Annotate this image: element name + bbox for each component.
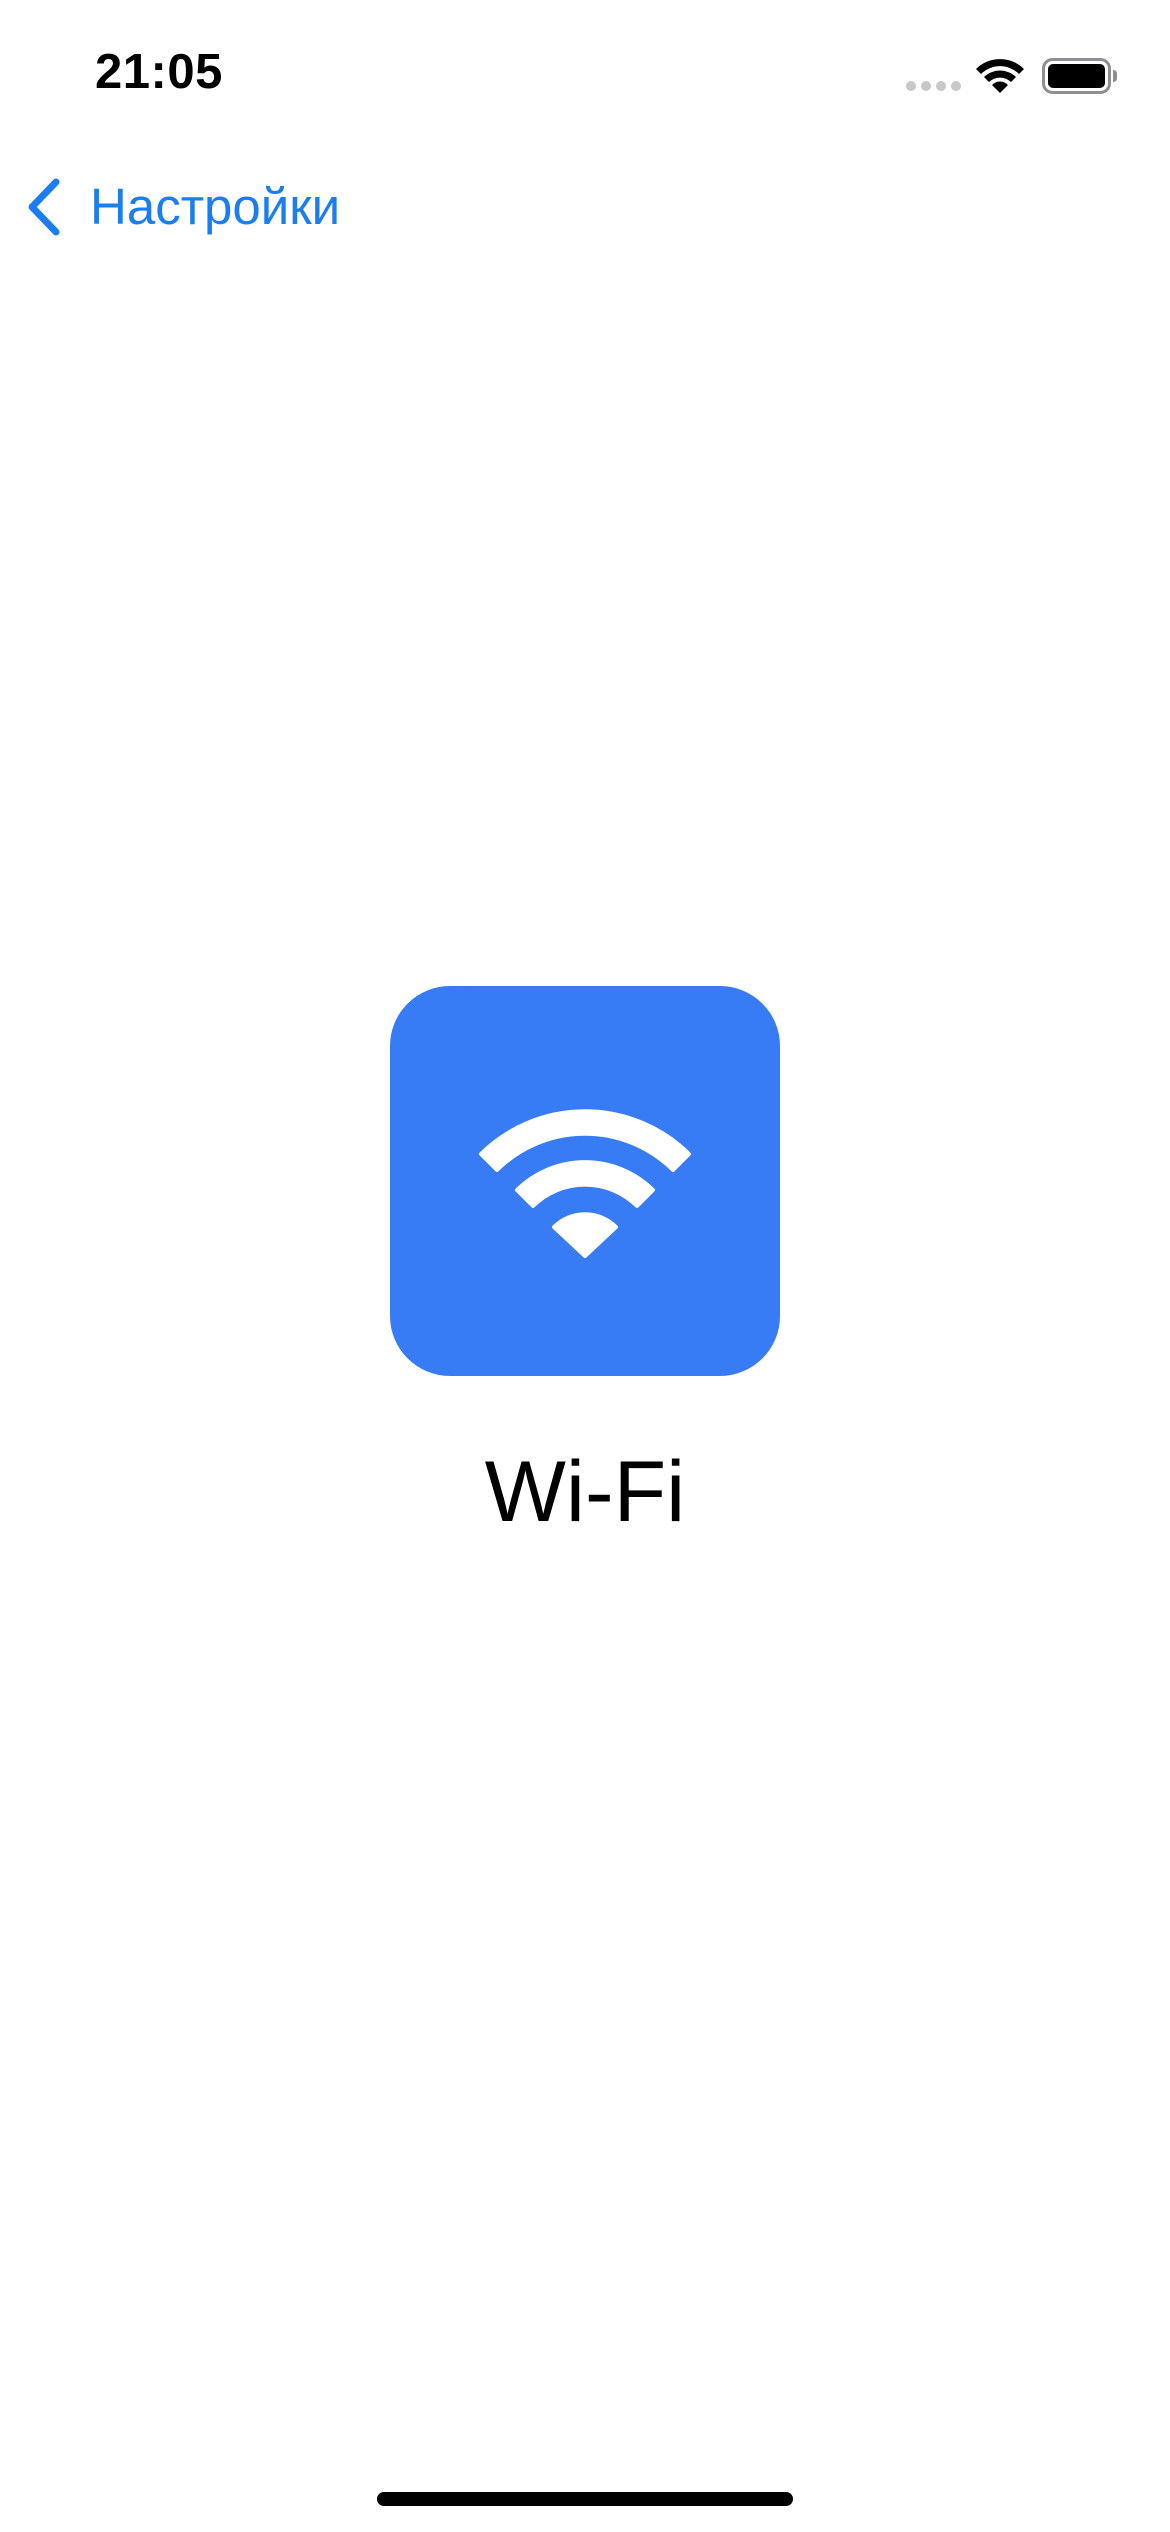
battery-icon [1042,58,1117,94]
back-button[interactable]: Настройки [22,172,340,242]
home-indicator[interactable] [377,2492,793,2506]
chevron-left-icon [28,178,60,236]
wifi-icon [976,59,1024,93]
back-button-label: Настройки [90,178,341,235]
wifi-app-icon [390,986,780,1376]
status-bar: 21:05 [0,0,1170,150]
status-time: 21:05 [95,45,223,99]
wifi-icon [479,1109,691,1258]
cellular-signal-icon [906,81,961,91]
page-title: Wi-Fi [484,1444,686,1540]
